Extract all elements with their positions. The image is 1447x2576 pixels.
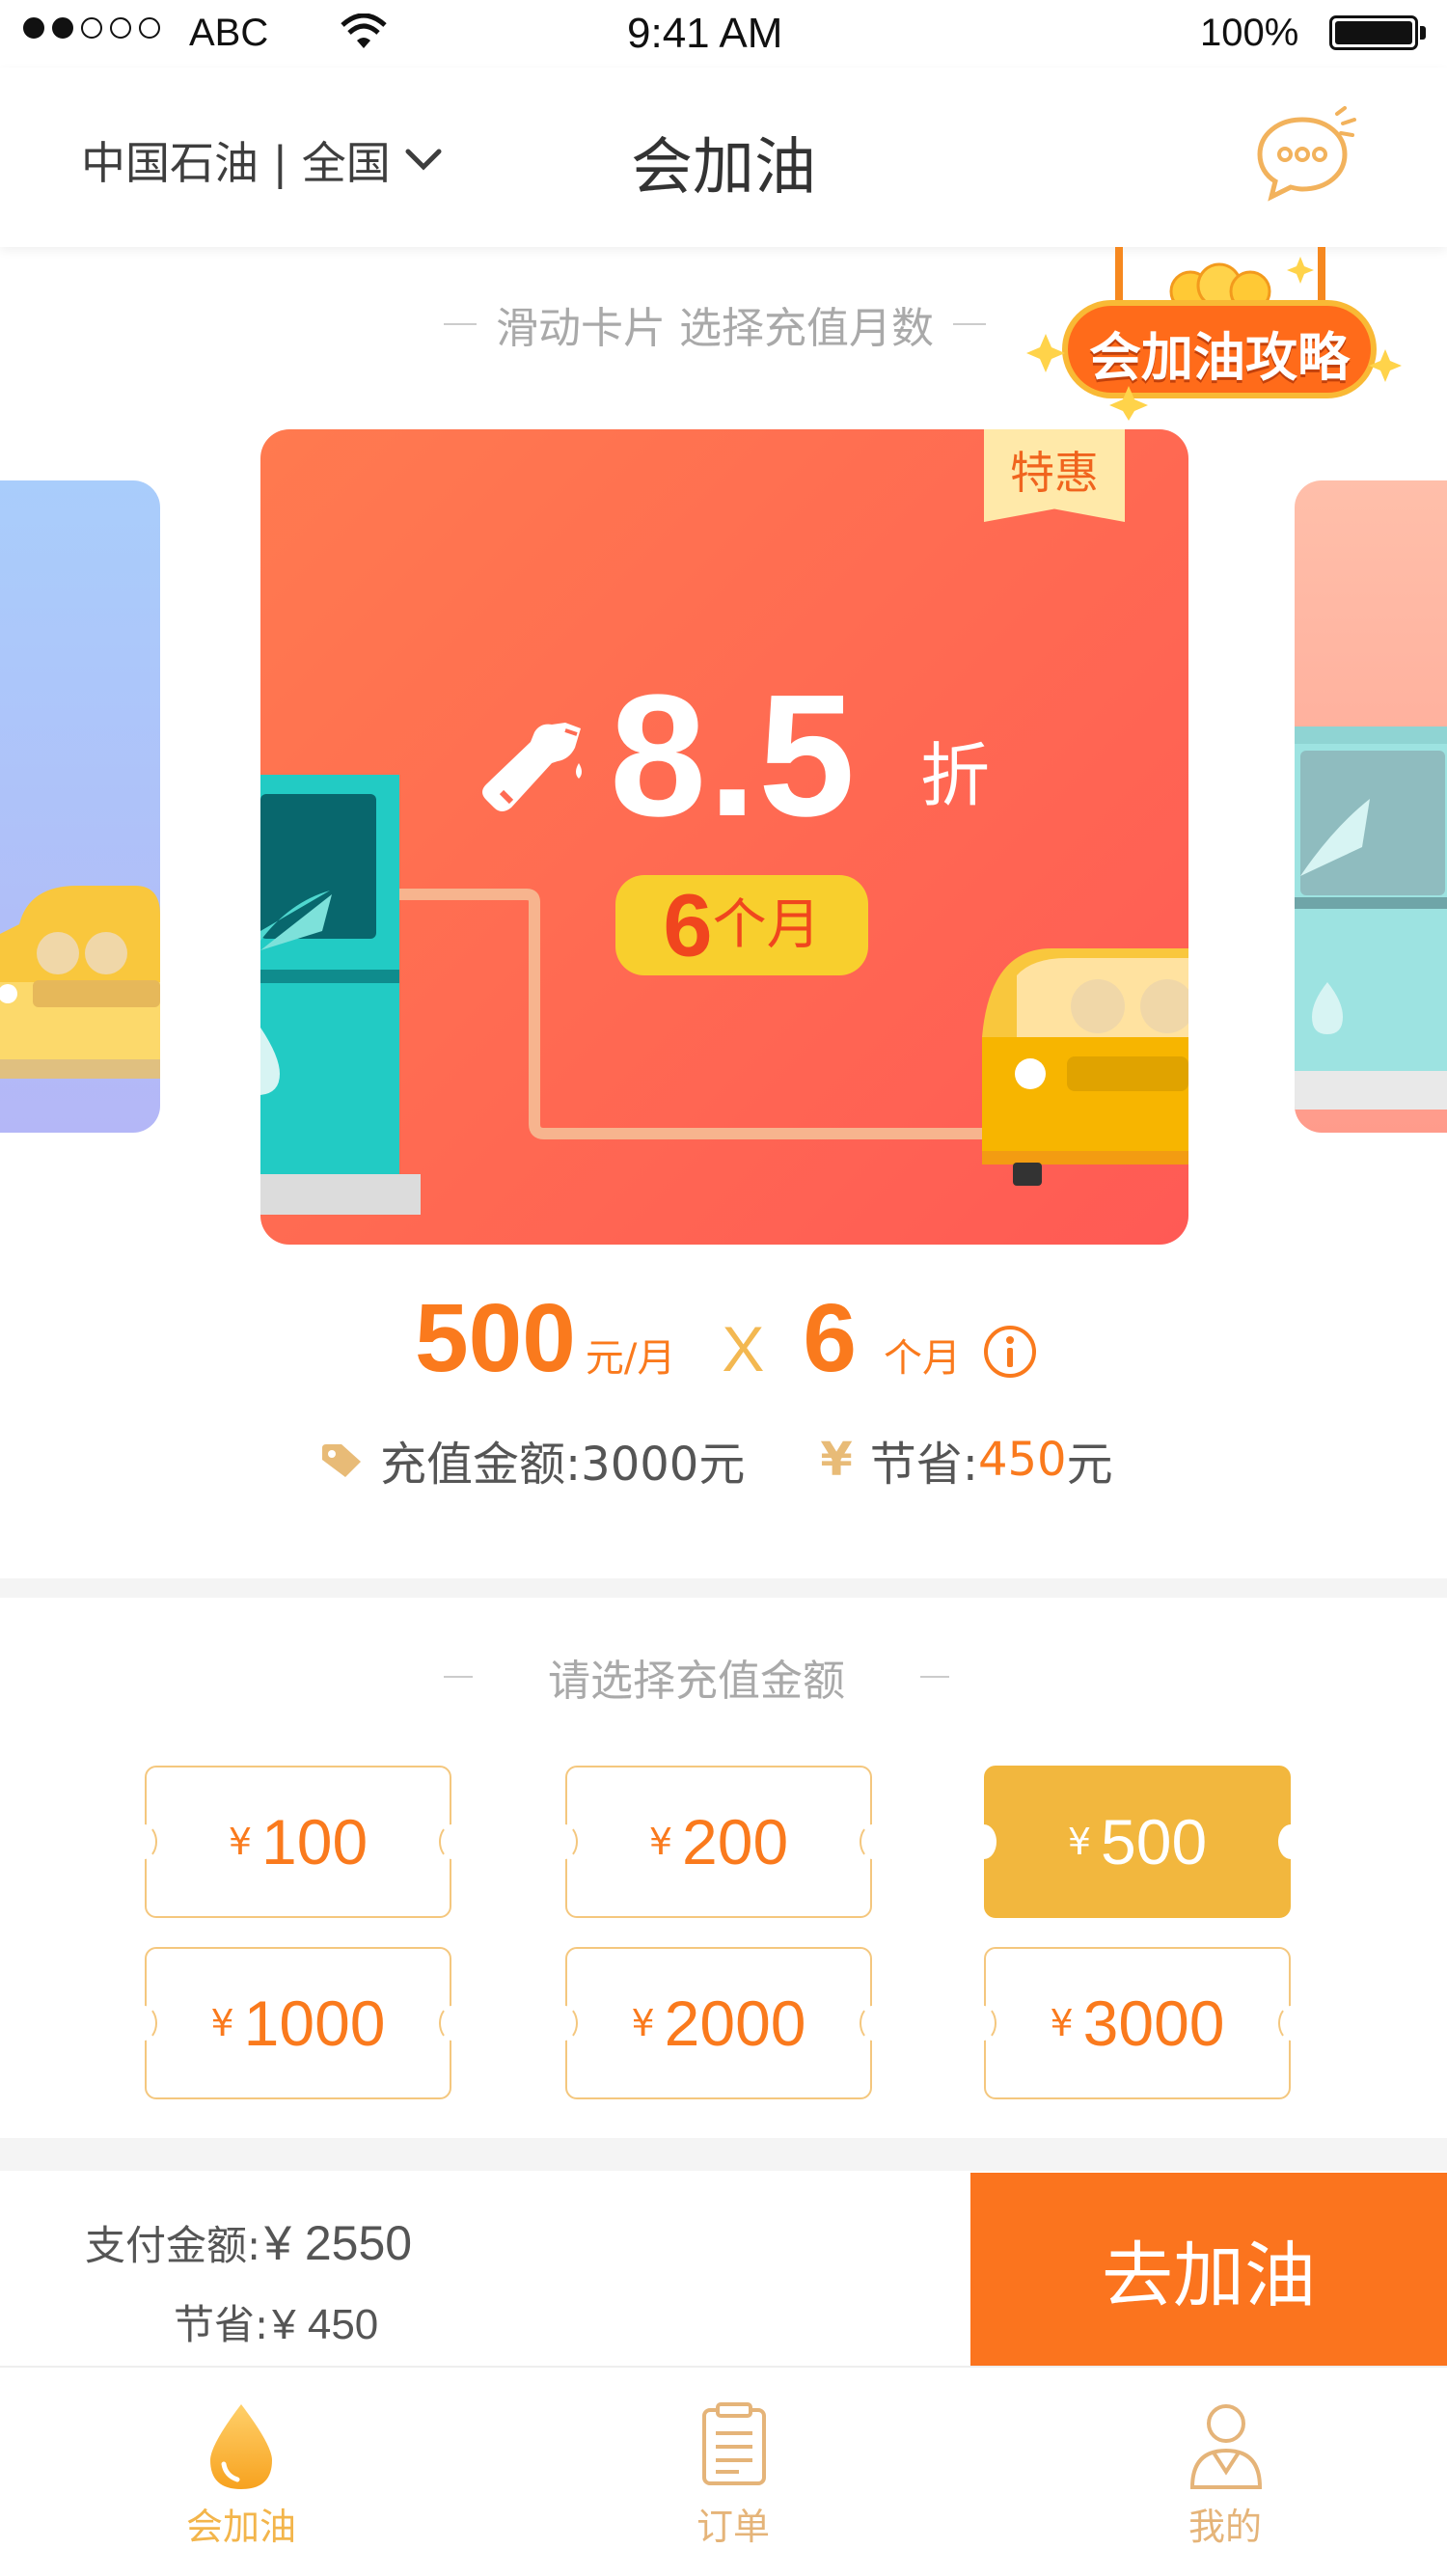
tab-label: 订单	[696, 2506, 770, 2548]
section-divider	[0, 1578, 1447, 1598]
month-count: 6	[803, 1284, 857, 1392]
card-hint-text: 滑动卡片 选择充值月数	[496, 304, 934, 353]
payment-summary: 支付金额: ¥ 2550 节省: ¥ 450	[0, 2171, 970, 2366]
amount-option[interactable]: ¥2000	[553, 1947, 885, 2099]
month-count-unit: 个月	[884, 1336, 961, 1381]
message-icon[interactable]	[1252, 106, 1360, 203]
battery-percent: 100%	[1200, 12, 1299, 54]
go-refuel-button[interactable]: 去加油	[970, 2173, 1447, 2366]
page-title: 会加油	[631, 132, 816, 204]
status-bar: ABC 9:41 AM 100%	[0, 0, 1447, 68]
recharge-total: 充值金额:3000元	[380, 1438, 746, 1492]
amount-hint: 请选择充值金额	[444, 1646, 949, 1708]
order-list-icon	[702, 2402, 766, 2485]
save-unit: 元	[1066, 1438, 1113, 1492]
section-divider	[0, 2138, 1447, 2171]
amount-option[interactable]: ¥3000	[971, 1947, 1303, 2099]
plan-card-selected[interactable]: 特惠 8.5 折 6个月	[260, 429, 1188, 1245]
battery-icon	[1329, 15, 1418, 50]
yen-icon: ¥	[820, 1433, 853, 1487]
signal-icon	[23, 17, 160, 39]
footer-save-row: 节省: ¥ 450	[174, 2292, 378, 2351]
location-selector[interactable]: 中国石油 | 全国	[81, 128, 445, 192]
card-prev[interactable]	[0, 480, 160, 1133]
months-pill: 6个月	[615, 875, 868, 975]
pay-value: ¥ 2550	[264, 2216, 413, 2270]
yen-symbol: ¥	[228, 1821, 253, 1863]
battery-tip	[1420, 26, 1426, 40]
footer-save-value: ¥ 450	[272, 2301, 379, 2348]
tab-label: 会加油	[185, 2506, 296, 2548]
hint-dash-left	[444, 1676, 473, 1678]
months-unit: 个月	[712, 893, 821, 957]
discount-value: 8.5	[610, 659, 858, 853]
save-label: 节省:	[869, 1438, 978, 1492]
tab-bar: 会加油 订单 我的	[0, 2366, 1447, 2576]
yen-symbol: ¥	[1050, 2002, 1074, 2044]
amount-value: 3000	[1082, 1987, 1225, 2059]
status-time: 9:41 AM	[627, 10, 783, 57]
info-icon[interactable]	[982, 1324, 1038, 1380]
amount-value: 100	[261, 1806, 369, 1877]
wifi-icon	[341, 14, 387, 48]
yen-symbol: ¥	[631, 2002, 655, 2044]
amount-option-selected[interactable]: ¥500	[971, 1766, 1303, 1918]
amount-option[interactable]: ¥1000	[132, 1947, 464, 2099]
location-label: 中国石油 | 全国	[81, 137, 391, 189]
save-value: 450	[977, 1433, 1067, 1487]
amount-value: 2000	[664, 1987, 806, 2059]
user-icon	[1189, 2404, 1263, 2489]
amount-value: 500	[1101, 1806, 1208, 1877]
months-number: 6	[663, 876, 713, 975]
hint-dash-right	[920, 1676, 949, 1678]
pump-illustration	[1295, 726, 1447, 1110]
strategy-banner[interactable]: 会加油攻略	[1026, 247, 1403, 421]
monthly-unit: 元/月	[585, 1336, 676, 1381]
price-formula: 500 元/月 X 6 个月	[415, 1283, 961, 1394]
pay-label: 支付金额:	[85, 2222, 261, 2269]
fuel-nozzle-icon	[482, 723, 582, 811]
tab-home[interactable]: 会加油	[116, 2368, 367, 2576]
amount-value: 200	[682, 1806, 789, 1877]
hint-dash-right	[953, 323, 986, 325]
multiply-sign: X	[722, 1313, 765, 1384]
amount-value: 1000	[243, 1987, 386, 2059]
amount-hint-text: 请选择充值金额	[548, 1657, 845, 1706]
amount-option[interactable]: ¥100	[132, 1766, 464, 1918]
yen-symbol: ¥	[210, 2002, 234, 2044]
amount-option[interactable]: ¥200	[553, 1766, 885, 1918]
yen-symbol: ¥	[1067, 1821, 1092, 1863]
footer-save-label: 节省:	[174, 2301, 269, 2348]
tab-orders[interactable]: 订单	[608, 2368, 859, 2576]
carrier-name: ABC	[189, 12, 269, 54]
tab-label: 我的	[1188, 2506, 1262, 2548]
oil-drop-icon	[210, 2404, 272, 2489]
hint-dash-left	[444, 323, 477, 325]
monthly-amount: 500	[415, 1284, 576, 1392]
special-offer-badge: 特惠	[984, 429, 1125, 522]
card-hint: 滑动卡片 选择充值月数	[444, 293, 986, 355]
chevron-down-icon	[405, 149, 442, 171]
tab-mine[interactable]: 我的	[1100, 2368, 1351, 2576]
pay-amount-row: 支付金额: ¥ 2550	[85, 2213, 412, 2272]
discount-unit: 折	[920, 735, 991, 816]
car-illustration	[0, 886, 160, 1079]
card-next[interactable]	[1295, 480, 1447, 1133]
yen-symbol: ¥	[648, 1821, 673, 1863]
price-tag-icon	[322, 1444, 361, 1477]
recharge-summary: 充值金额:3000元 ¥ 节省: 450 元	[318, 1426, 1113, 1494]
banner-label: 会加油攻略	[1089, 327, 1350, 388]
